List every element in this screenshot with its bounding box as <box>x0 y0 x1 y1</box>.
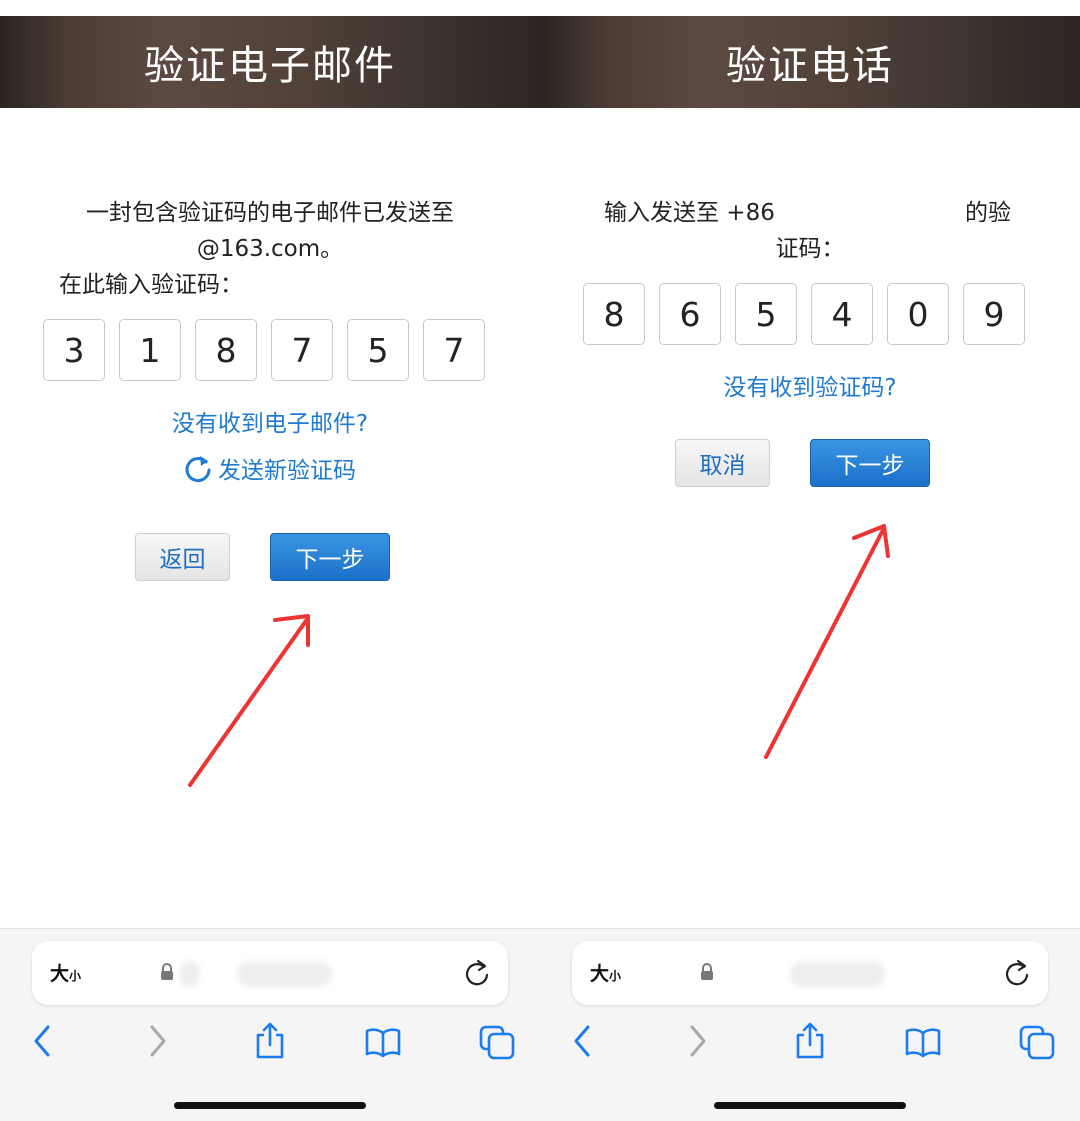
address-bar[interactable]: 大小 <box>572 941 1048 1005</box>
tabs-icon[interactable] <box>1018 1021 1056 1061</box>
code-digit-input[interactable]: 0 <box>887 283 949 345</box>
email-verification-screen: 验证电子邮件 一封包含验证码的电子邮件已发送至 @163.com。 在此输入验证… <box>0 0 540 1121</box>
header-bar: 验证电话 <box>540 16 1080 108</box>
text-size-small-glyph: 小 <box>69 969 82 983</box>
no-code-link[interactable]: 没有收到验证码? <box>600 368 1020 402</box>
code-digit-input[interactable]: 7 <box>423 319 485 381</box>
code-digit-input[interactable]: 5 <box>347 319 409 381</box>
share-icon[interactable] <box>794 1021 826 1061</box>
back-icon[interactable] <box>30 1021 54 1061</box>
code-digit-input[interactable]: 8 <box>195 319 257 381</box>
lock-icon <box>701 963 713 980</box>
bookmarks-icon[interactable] <box>364 1021 402 1061</box>
browser-bottom-bar: 大小 <box>540 928 1080 1121</box>
resend-code-label: 发送新验证码 <box>218 458 356 484</box>
code-digit-input[interactable]: 4 <box>811 283 873 345</box>
code-digit-input[interactable]: 5 <box>735 283 797 345</box>
code-prompt: 在此输入验证码： <box>59 272 243 298</box>
reload-icon[interactable] <box>464 957 492 989</box>
sent-message-line1: 一封包含验证码的电子邮件已发送至 <box>86 200 454 226</box>
sent-message: 一封包含验证码的电子邮件已发送至 @163.com。 <box>40 195 500 267</box>
code-digit-input[interactable]: 7 <box>271 319 333 381</box>
refresh-icon <box>185 456 211 483</box>
resend-code-link[interactable]: 发送新验证码 <box>60 451 480 485</box>
red-arrow-annotation <box>764 524 890 759</box>
tabs-icon[interactable] <box>478 1021 516 1061</box>
next-button[interactable]: 下一步 <box>270 533 390 581</box>
forward-icon[interactable] <box>146 1021 170 1061</box>
red-arrow-annotation <box>188 614 310 787</box>
sent-message-email: @163.com。 <box>196 236 344 262</box>
sent-message-line2: 证码： <box>775 236 845 262</box>
page-title: 验证电子邮件 <box>144 43 396 89</box>
text-size-button[interactable]: 大小 <box>590 959 621 986</box>
redacted-region <box>180 961 200 987</box>
page-title: 验证电话 <box>726 43 894 89</box>
code-digit-input[interactable]: 3 <box>43 319 105 381</box>
no-email-link[interactable]: 没有收到电子邮件? <box>60 404 480 438</box>
next-button[interactable]: 下一步 <box>810 439 930 487</box>
text-size-small-glyph: 小 <box>609 969 622 983</box>
sent-message-part1: 输入发送至 +86 <box>604 200 775 226</box>
bookmarks-icon[interactable] <box>904 1021 942 1061</box>
redacted-url <box>237 961 332 987</box>
address-bar[interactable]: 大小 <box>32 941 508 1005</box>
browser-toolbar <box>0 1021 540 1065</box>
lock-icon <box>161 963 173 980</box>
reload-icon[interactable] <box>1004 957 1032 989</box>
home-indicator <box>714 1102 906 1109</box>
sent-message-part2: 的验 <box>965 200 1011 226</box>
code-digit-input[interactable]: 6 <box>659 283 721 345</box>
home-indicator <box>174 1102 366 1109</box>
back-button[interactable]: 返回 <box>135 533 230 581</box>
code-input-group: 3 1 8 7 5 7 <box>43 319 485 381</box>
code-input-group: 8 6 5 4 0 9 <box>583 283 1025 345</box>
code-digit-input[interactable]: 8 <box>583 283 645 345</box>
cancel-button[interactable]: 取消 <box>675 439 770 487</box>
browser-bottom-bar: 大小 <box>0 928 540 1121</box>
browser-toolbar <box>540 1021 1080 1065</box>
share-icon[interactable] <box>254 1021 286 1061</box>
code-digit-input[interactable]: 1 <box>119 319 181 381</box>
phone-verification-screen: 验证电话 输入发送至 +86 的验 证码： 8 6 5 4 0 9 没有收到验证… <box>540 0 1080 1121</box>
text-size-large-glyph: 大 <box>590 963 610 985</box>
text-size-button[interactable]: 大小 <box>50 959 81 986</box>
back-icon[interactable] <box>570 1021 594 1061</box>
redacted-url <box>790 961 885 987</box>
text-size-large-glyph: 大 <box>50 963 70 985</box>
code-digit-input[interactable]: 9 <box>963 283 1025 345</box>
header-bar: 验证电子邮件 <box>0 16 540 108</box>
forward-icon[interactable] <box>686 1021 710 1061</box>
